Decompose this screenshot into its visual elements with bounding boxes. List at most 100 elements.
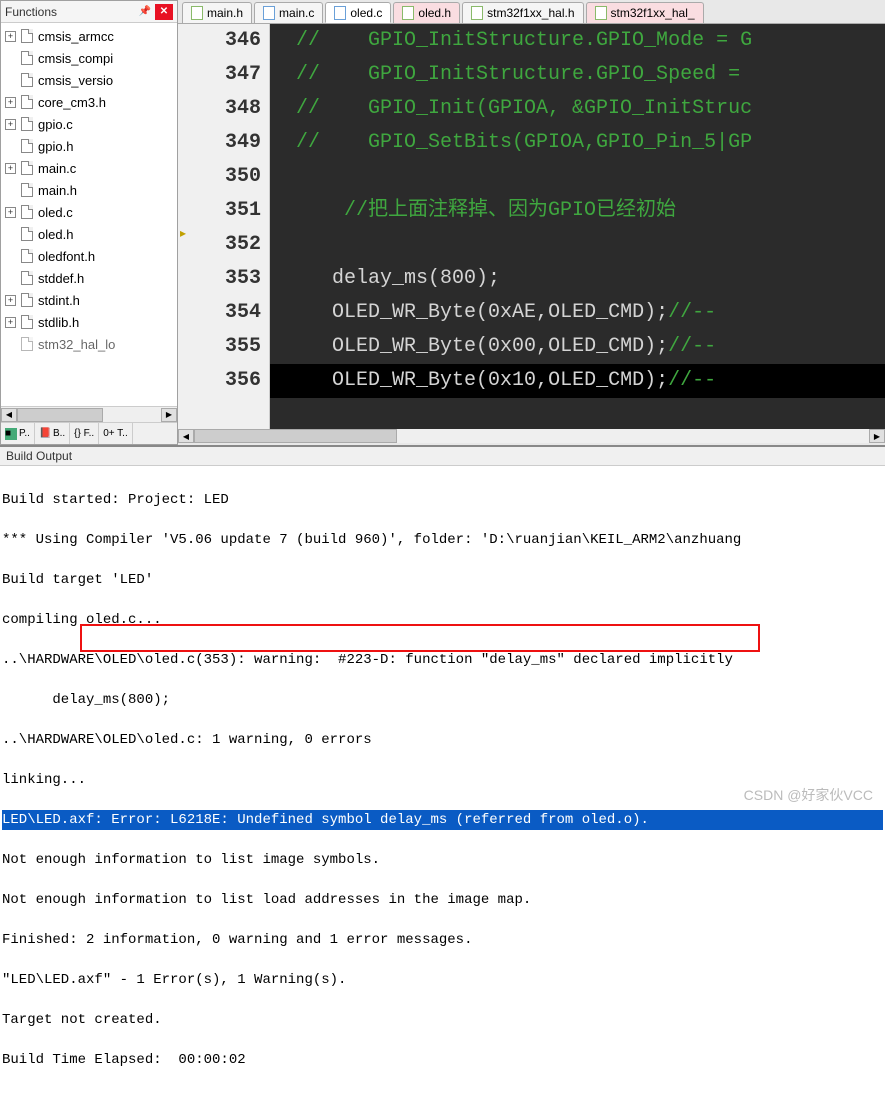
functions-header: Functions 📌 ✕	[1, 1, 177, 23]
tab-main-h[interactable]: main.h	[182, 2, 252, 23]
line-number: 352	[196, 228, 261, 262]
editor-scrollbar-horizontal[interactable]: ◀ ▶	[178, 429, 885, 445]
build-output-panel: Build Output Build started: Project: LED…	[0, 445, 885, 1114]
tree-item[interactable]: cmsis_versio	[1, 69, 177, 91]
expand-icon[interactable]: +	[5, 31, 16, 42]
tree-item[interactable]: gpio.h	[1, 135, 177, 157]
file-icon	[21, 271, 33, 285]
file-icon	[21, 183, 33, 197]
build-line: Not enough information to list image sym…	[2, 850, 883, 870]
functions-tree: +cmsis_armcc cmsis_compi cmsis_versio +c…	[1, 23, 177, 406]
scroll-track[interactable]	[194, 429, 869, 443]
file-icon	[21, 73, 33, 87]
tree-item[interactable]: cmsis_compi	[1, 47, 177, 69]
close-icon[interactable]: ✕	[155, 4, 173, 20]
tree-item[interactable]: +stdlib.h	[1, 311, 177, 333]
scroll-left-icon[interactable]: ◀	[178, 429, 194, 443]
tab-project[interactable]: ■P..	[1, 423, 35, 444]
scroll-left-icon[interactable]: ◀	[1, 408, 17, 422]
pin-icon[interactable]: 📌	[137, 4, 153, 20]
tree-item[interactable]: stddef.h	[1, 267, 177, 289]
scroll-track[interactable]	[17, 408, 161, 422]
build-line: Not enough information to list load addr…	[2, 890, 883, 910]
marker-column	[178, 24, 196, 429]
tree-item[interactable]: oledfont.h	[1, 245, 177, 267]
line-number: 348	[196, 92, 261, 126]
tab-stm32-hal2-h[interactable]: stm32f1xx_hal_	[586, 2, 704, 23]
warning-marker-icon[interactable]	[178, 220, 196, 254]
build-line: Build target 'LED'	[2, 570, 883, 590]
build-line: ..\HARDWARE\OLED\oled.c: 1 warning, 0 er…	[2, 730, 883, 750]
tab-stm32-hal-h[interactable]: stm32f1xx_hal.h	[462, 2, 583, 23]
build-line: ..\HARDWARE\OLED\oled.c(353): warning: #…	[2, 650, 883, 670]
tab-templates[interactable]: 0+ T..	[99, 423, 133, 444]
functions-title: Functions	[5, 5, 57, 19]
file-icon	[21, 139, 33, 153]
expand-icon[interactable]: +	[5, 163, 16, 174]
build-line: delay_ms(800);	[2, 690, 883, 710]
tree-item[interactable]: stm32_hal_lo	[1, 333, 177, 355]
tree-item[interactable]: +gpio.c	[1, 113, 177, 135]
file-icon	[21, 227, 33, 241]
file-icon	[21, 205, 33, 219]
build-line-error[interactable]: LED\LED.axf: Error: L6218E: Undefined sy…	[2, 810, 883, 830]
scroll-right-icon[interactable]: ▶	[161, 408, 177, 422]
watermark: CSDN @好家伙VCC	[744, 785, 873, 805]
tab-books[interactable]: 📕B..	[35, 423, 70, 444]
file-icon	[21, 51, 33, 65]
line-number: 356	[196, 364, 261, 398]
build-line: compiling oled.c...	[2, 610, 883, 630]
file-icon	[21, 249, 33, 263]
file-icon	[21, 117, 33, 131]
line-number: 353	[196, 262, 261, 296]
tree-item[interactable]: main.h	[1, 179, 177, 201]
file-h-icon	[402, 6, 414, 20]
expand-icon[interactable]: +	[5, 97, 16, 108]
build-output-title: Build Output	[0, 447, 885, 466]
file-icon	[21, 337, 33, 351]
editor-area: main.h main.c oled.c oled.h stm32f1xx_ha…	[178, 0, 885, 445]
file-h-icon	[471, 6, 483, 20]
expand-icon[interactable]: +	[5, 295, 16, 306]
file-icon	[21, 293, 33, 307]
line-number: 349	[196, 126, 261, 160]
tree-item[interactable]: +core_cm3.h	[1, 91, 177, 113]
code-editor[interactable]: // GPIO_InitStructure.GPIO_Mode = G // G…	[270, 24, 885, 429]
build-line: Build started: Project: LED	[2, 490, 883, 510]
tab-oled-c[interactable]: oled.c	[325, 2, 391, 23]
tree-item[interactable]: +stdint.h	[1, 289, 177, 311]
line-number: 355	[196, 330, 261, 364]
functions-panel: Functions 📌 ✕ +cmsis_armcc cmsis_compi c…	[0, 0, 178, 445]
build-line: "LED\LED.axf" - 1 Error(s), 1 Warning(s)…	[2, 970, 883, 990]
tree-item[interactable]: +cmsis_armcc	[1, 25, 177, 47]
expand-icon[interactable]: +	[5, 317, 16, 328]
file-icon	[21, 95, 33, 109]
expand-icon[interactable]: +	[5, 207, 16, 218]
expand-icon[interactable]: +	[5, 119, 16, 130]
tab-functions[interactable]: {} F..	[70, 423, 99, 444]
build-line: Target not created.	[2, 1010, 883, 1030]
file-c-icon	[263, 6, 275, 20]
tab-oled-h[interactable]: oled.h	[393, 2, 460, 23]
scrollbar-horizontal[interactable]: ◀ ▶	[1, 406, 177, 422]
build-line: Finished: 2 information, 0 warning and 1…	[2, 930, 883, 950]
build-line: Build Time Elapsed: 00:00:02	[2, 1050, 883, 1070]
file-h-icon	[595, 6, 607, 20]
file-h-icon	[191, 6, 203, 20]
scroll-thumb[interactable]	[17, 408, 103, 422]
build-line: *** Using Compiler 'V5.06 update 7 (buil…	[2, 530, 883, 550]
tree-item[interactable]: +main.c	[1, 157, 177, 179]
tab-main-c[interactable]: main.c	[254, 2, 323, 23]
file-icon	[21, 315, 33, 329]
panel-tabs: ■P.. 📕B.. {} F.. 0+ T..	[1, 422, 177, 444]
file-icon	[21, 161, 33, 175]
line-gutter: 346 347 348 349 350 351 352 353 354 355 …	[196, 24, 270, 429]
file-c-icon	[334, 6, 346, 20]
line-number: 347	[196, 58, 261, 92]
line-number: 350	[196, 160, 261, 194]
tree-item[interactable]: oled.h	[1, 223, 177, 245]
tree-item[interactable]: +oled.c	[1, 201, 177, 223]
scroll-right-icon[interactable]: ▶	[869, 429, 885, 443]
scroll-thumb[interactable]	[194, 429, 397, 443]
line-number: 354	[196, 296, 261, 330]
